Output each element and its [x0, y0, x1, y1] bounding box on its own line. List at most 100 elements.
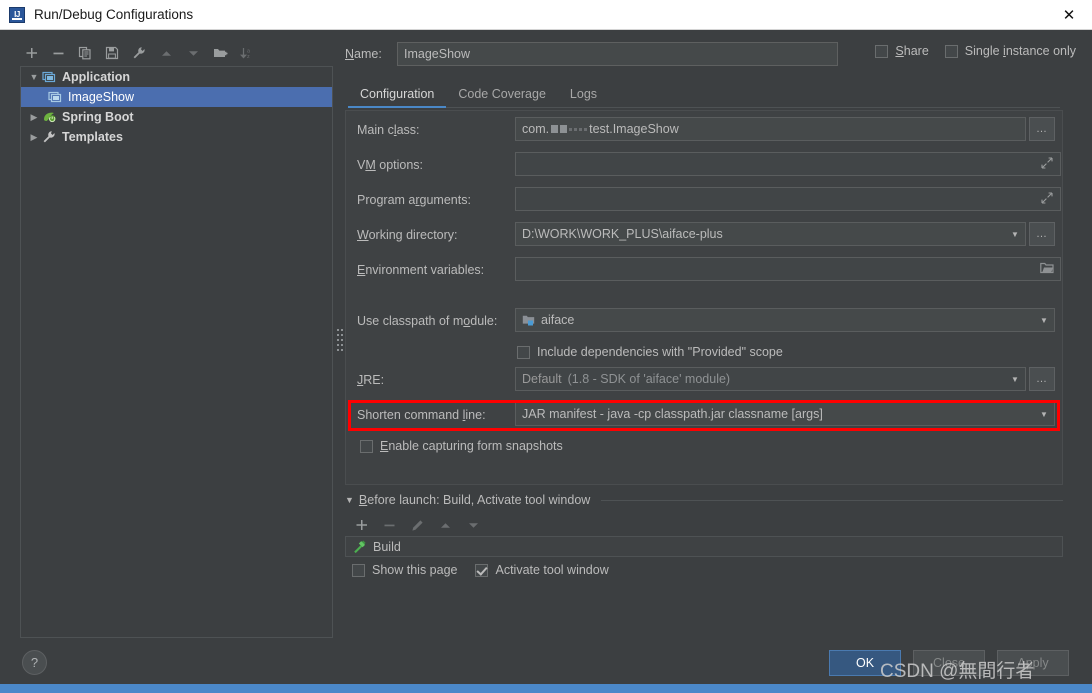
main-class-browse-button[interactable]: … — [1029, 117, 1055, 141]
chevron-down-icon[interactable]: ▼ — [1034, 403, 1054, 425]
pencil-icon[interactable] — [404, 513, 430, 537]
enable-form-snapshots-label: Enable capturing form snapshots — [380, 439, 563, 453]
single-instance-only-checkbox[interactable]: Single instance only — [944, 44, 1076, 58]
spring-boot-icon — [41, 109, 57, 125]
main-class-label: Main class: — [357, 123, 420, 137]
window-title: Run/Debug Configurations — [34, 7, 194, 22]
tree-node-spring-boot[interactable]: ▶ Spring Boot — [21, 107, 332, 127]
chevron-down-icon[interactable]: ▼ — [27, 70, 41, 84]
working-directory-browse-button[interactable]: … — [1029, 222, 1055, 246]
chevron-down-icon[interactable]: ▼ — [1005, 368, 1025, 390]
chevron-down-icon[interactable]: ▼ — [1005, 223, 1025, 245]
checkbox-box[interactable] — [517, 345, 530, 359]
jre-label: JRE: — [357, 373, 385, 387]
move-down-button[interactable] — [180, 41, 206, 65]
move-up-button[interactable] — [153, 41, 179, 65]
before-launch-header: ▼ Before launch: Build, Activate tool wi… — [345, 492, 1063, 508]
program-arguments-row — [515, 187, 1061, 211]
wrench-icon[interactable] — [126, 41, 152, 65]
main-class-input[interactable]: com. test.ImageShow — [515, 117, 1026, 141]
move-task-up-button[interactable] — [432, 513, 458, 537]
tree-node-templates[interactable]: ▶ Templates — [21, 127, 332, 147]
chevron-right-icon[interactable]: ▶ — [27, 110, 41, 124]
use-classpath-of-module-value: aiface — [541, 313, 575, 327]
before-launch-task-label: Build — [373, 539, 401, 554]
working-directory-label: Working directory: — [357, 228, 458, 242]
use-classpath-of-module-label: Use classpath of module: — [357, 314, 498, 328]
sort-az-icon[interactable]: az — [234, 41, 260, 65]
jre-row: Default (1.8 - SDK of 'aiface' module) ▼… — [515, 367, 1055, 391]
close-icon[interactable]: ✕ — [1046, 0, 1092, 29]
before-launch-toolbar — [348, 513, 486, 537]
expand-icon[interactable] — [1041, 157, 1053, 169]
chevron-down-icon[interactable]: ▼ — [345, 495, 354, 505]
enable-form-snapshots-checkbox[interactable]: Enable capturing form snapshots — [360, 439, 563, 453]
environment-variables-label: Environment variables: — [357, 263, 485, 277]
remove-configuration-button[interactable] — [45, 41, 71, 65]
move-task-down-button[interactable] — [460, 513, 486, 537]
checkbox-box[interactable] — [944, 44, 958, 58]
apply-button[interactable]: Apply — [997, 650, 1069, 676]
checkbox-box[interactable] — [352, 563, 365, 577]
checkbox-box[interactable] — [475, 563, 489, 577]
shorten-command-line-input[interactable]: JAR manifest - java -cp classpath.jar cl… — [515, 402, 1055, 426]
add-configuration-button[interactable] — [18, 41, 44, 65]
close-button[interactable]: Close — [913, 650, 985, 676]
single-instance-only-label: Single instance only — [964, 44, 1076, 58]
tree-node-label: Templates — [62, 130, 123, 144]
redacted-text — [551, 125, 588, 133]
checkbox-box[interactable] — [875, 44, 889, 58]
tree-node-label: Spring Boot — [62, 110, 134, 124]
before-launch-title: Before launch: Build, Activate tool wind… — [358, 493, 591, 507]
chevron-right-icon[interactable]: ▶ — [27, 130, 41, 144]
show-this-page-checkbox[interactable]: Show this page — [352, 563, 457, 577]
share-checkbox[interactable]: Share — [875, 44, 929, 58]
save-configuration-button[interactable] — [99, 41, 125, 65]
activate-tool-window-label: Activate tool window — [495, 563, 609, 577]
help-button[interactable]: ? — [22, 650, 47, 675]
tab-code-coverage[interactable]: Code Coverage — [446, 85, 558, 107]
use-classpath-of-module-input[interactable]: aiface ▼ — [515, 308, 1055, 332]
application-icon — [47, 89, 63, 105]
tab-logs[interactable]: Logs — [558, 85, 609, 107]
main-class-row: com. test.ImageShow … — [515, 117, 1055, 141]
include-provided-scope-label: Include dependencies with "Provided" sco… — [537, 345, 783, 359]
main-class-value-suffix: test.ImageShow — [589, 122, 679, 136]
environment-variables-input[interactable] — [515, 257, 1061, 281]
share-label: Share — [895, 44, 929, 58]
bottom-accent-bar — [0, 684, 1092, 693]
add-task-button[interactable] — [348, 513, 374, 537]
checkbox-box[interactable] — [360, 439, 373, 453]
tab-configuration[interactable]: Configuration — [348, 85, 447, 108]
vm-options-label: VM options: — [357, 158, 424, 172]
working-directory-input[interactable]: D:\WORK\WORK_PLUS\aiface-plus ▼ — [515, 222, 1026, 246]
remove-task-button[interactable] — [376, 513, 402, 537]
jre-input[interactable]: Default (1.8 - SDK of 'aiface' module) ▼ — [515, 367, 1026, 391]
shorten-command-line-value: JAR manifest - java -cp classpath.jar cl… — [522, 407, 823, 421]
program-arguments-input[interactable] — [515, 187, 1061, 211]
include-provided-scope-checkbox[interactable]: Include dependencies with "Provided" sco… — [517, 345, 783, 359]
activate-tool-window-checkbox[interactable]: Activate tool window — [475, 563, 609, 577]
folder-add-icon[interactable] — [207, 41, 233, 65]
copy-configuration-button[interactable] — [72, 41, 98, 65]
before-launch-task-list[interactable]: Build — [345, 536, 1063, 557]
tree-node-application[interactable]: ▼ Application — [21, 67, 332, 87]
chevron-down-icon[interactable]: ▼ — [1034, 309, 1054, 331]
vm-options-row — [515, 152, 1061, 176]
application-icon — [41, 69, 57, 85]
name-input[interactable]: ImageShow — [397, 42, 838, 66]
main-class-value-prefix: com. — [522, 122, 550, 136]
module-icon — [522, 314, 535, 327]
folder-icon[interactable] — [1040, 262, 1054, 277]
ok-button[interactable]: OK — [829, 650, 901, 676]
build-hammer-icon — [352, 539, 367, 554]
panel-splitter[interactable] — [334, 322, 341, 358]
jre-browse-button[interactable]: … — [1029, 367, 1055, 391]
expand-icon[interactable] — [1041, 192, 1053, 204]
tree-node-imageshow[interactable]: ImageShow — [21, 87, 332, 107]
show-this-page-label: Show this page — [372, 563, 458, 577]
vm-options-input[interactable] — [515, 152, 1061, 176]
environment-variables-row — [515, 257, 1061, 281]
tree-node-label: ImageShow — [68, 90, 135, 104]
configurations-tree[interactable]: ▼ Application ImageShow ▶ Spring Boot ▶ — [20, 66, 333, 638]
